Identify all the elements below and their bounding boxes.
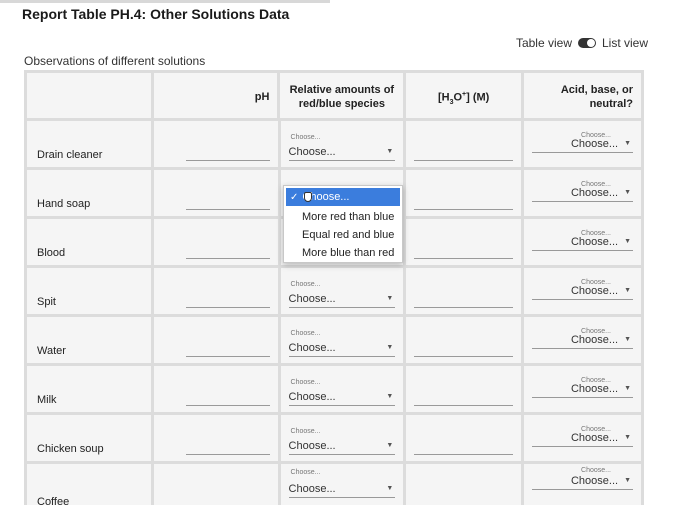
table-row: Coffee Choose... Choose... ▼ Choose... Ch… bbox=[27, 464, 641, 505]
solution-name: Milk bbox=[37, 394, 57, 406]
dropdown-arrow-icon: ▼ bbox=[386, 148, 394, 155]
page-title: Report Table PH.4: Other Solutions Data bbox=[22, 6, 290, 22]
report-table: pH Relative amounts of red/blue species … bbox=[24, 70, 644, 505]
h3o-input[interactable] bbox=[414, 258, 514, 259]
dropdown-arrow-icon: ▼ bbox=[624, 287, 631, 294]
ph-input[interactable] bbox=[185, 307, 270, 308]
table-view-label[interactable]: Table view bbox=[516, 36, 572, 50]
acid-base-select[interactable]: Choose... ▼ bbox=[532, 282, 633, 300]
header-ph: pH bbox=[153, 73, 278, 118]
ph-input[interactable] bbox=[185, 356, 270, 357]
table-row: Drain cleaner Choose... Choose... ▼ Choos… bbox=[27, 121, 641, 167]
dropdown-arrow-icon: ▼ bbox=[624, 238, 631, 245]
dropdown-arrow-icon: ▼ bbox=[386, 295, 394, 302]
solution-name: Hand soap bbox=[37, 198, 91, 210]
table-row: Milk Choose... Choose... ▼ Choose... Choo… bbox=[27, 366, 641, 412]
h3o-input[interactable] bbox=[414, 307, 514, 308]
table-header-row: pH Relative amounts of red/blue species … bbox=[27, 73, 641, 118]
h3o-input[interactable] bbox=[414, 405, 514, 406]
toggle-switch-icon[interactable] bbox=[577, 38, 596, 48]
ph-input[interactable] bbox=[185, 209, 270, 210]
table-row: Chicken soup Choose... Choose... ▼ Choose… bbox=[27, 415, 641, 461]
relative-amounts-select[interactable]: Choose... ▼ bbox=[288, 290, 396, 308]
ph-input[interactable] bbox=[185, 454, 270, 455]
solution-name: Coffee bbox=[37, 496, 70, 505]
acid-base-select[interactable]: Choose... ▼ bbox=[532, 472, 633, 490]
h3o-input[interactable] bbox=[414, 160, 514, 161]
solution-name: Drain cleaner bbox=[37, 149, 103, 161]
relative-amounts-select[interactable]: Choose... ▼ bbox=[288, 388, 396, 406]
dropdown-arrow-icon: ▼ bbox=[624, 385, 631, 392]
acid-base-select[interactable]: Choose... ▼ bbox=[532, 184, 633, 202]
solution-name: Spit bbox=[37, 296, 56, 308]
select-mini-label: Choose... bbox=[290, 330, 321, 337]
select-mini-label: Choose... bbox=[290, 428, 321, 435]
dropdown-arrow-icon: ▼ bbox=[386, 485, 394, 492]
dropdown-arrow-icon: ▼ bbox=[386, 442, 394, 449]
dropdown-option[interactable]: More red than blue bbox=[284, 208, 402, 226]
header-acid-base: Acid, base, or neutral? bbox=[524, 73, 641, 118]
select-mini-label: Choose... bbox=[290, 469, 321, 476]
title-bar-accent bbox=[0, 0, 330, 3]
relative-amounts-select[interactable]: Choose... ▼ bbox=[288, 339, 396, 357]
select-mini-label: Choose... bbox=[290, 379, 321, 386]
acid-base-select[interactable]: Choose... ▼ bbox=[532, 380, 633, 398]
relative-amounts-select[interactable]: Choose... ▼ bbox=[288, 480, 396, 498]
hand-cursor-icon bbox=[304, 192, 312, 202]
solution-name: Water bbox=[37, 345, 66, 357]
header-relative-amounts: Relative amounts of red/blue species bbox=[280, 73, 404, 118]
section-caption: Observations of different solutions bbox=[24, 54, 206, 68]
header-solution bbox=[27, 73, 151, 118]
ph-input[interactable] bbox=[185, 405, 270, 406]
solution-name: Blood bbox=[37, 247, 66, 259]
header-h3o: [H3O+] (M) bbox=[406, 73, 522, 118]
acid-base-select[interactable]: Choose... ▼ bbox=[532, 429, 633, 447]
ph-input[interactable] bbox=[185, 160, 270, 161]
table-row: Water Choose... Choose... ▼ Choose... Cho… bbox=[27, 317, 641, 363]
view-toggle[interactable]: Table view List view bbox=[516, 36, 648, 50]
dropdown-arrow-icon: ▼ bbox=[624, 477, 631, 484]
h3o-input[interactable] bbox=[414, 454, 514, 455]
select-mini-label: Choose... bbox=[290, 281, 321, 288]
dropdown-arrow-icon: ▼ bbox=[624, 434, 631, 441]
acid-base-select[interactable]: Choose... ▼ bbox=[532, 331, 633, 349]
solution-name: Chicken soup bbox=[37, 443, 104, 455]
ph-input[interactable] bbox=[185, 258, 270, 259]
dropdown-arrow-icon: ▼ bbox=[386, 344, 394, 351]
dropdown-arrow-icon: ▼ bbox=[624, 336, 631, 343]
dropdown-arrow-icon: ▼ bbox=[624, 189, 631, 196]
acid-base-select[interactable]: Choose... ▼ bbox=[532, 135, 633, 153]
checkmark-icon: ✓ bbox=[290, 191, 299, 203]
dropdown-option-selected[interactable]: ✓ Choose... bbox=[286, 188, 400, 206]
relative-amounts-select[interactable]: Choose... ▼ bbox=[288, 143, 396, 161]
relative-amounts-select[interactable]: Choose... ▼ bbox=[288, 437, 396, 455]
table-row: Spit Choose... Choose... ▼ Choose... Choo… bbox=[27, 268, 641, 314]
list-view-label[interactable]: List view bbox=[602, 36, 648, 50]
h3o-input[interactable] bbox=[414, 209, 514, 210]
dropdown-arrow-icon: ▼ bbox=[386, 393, 394, 400]
dropdown-option[interactable]: Equal red and blue bbox=[284, 226, 402, 244]
h3o-input[interactable] bbox=[414, 356, 514, 357]
relative-amounts-dropdown-menu: ✓ Choose... More red than blue Equal red… bbox=[283, 185, 403, 263]
acid-base-select[interactable]: Choose... ▼ bbox=[532, 233, 633, 251]
dropdown-arrow-icon: ▼ bbox=[624, 140, 631, 147]
dropdown-option[interactable]: More blue than red bbox=[284, 244, 402, 262]
select-mini-label: Choose... bbox=[290, 134, 321, 141]
